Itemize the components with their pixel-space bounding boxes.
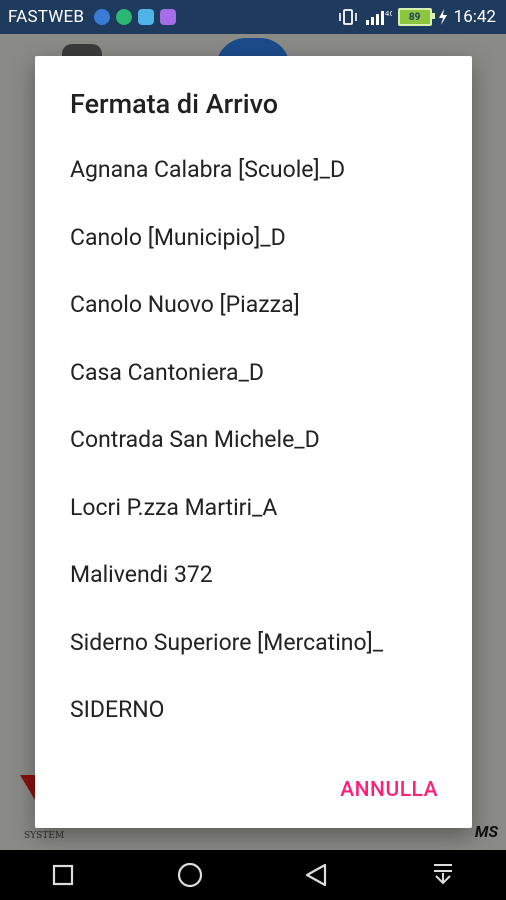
clock: 16:42 — [453, 7, 496, 27]
carrier-name: FASTWEB — [8, 7, 85, 27]
list-item[interactable]: Locri P.zza Martiri_A — [35, 474, 472, 542]
ms-logo: MS — [474, 822, 498, 841]
image-icon — [138, 9, 155, 25]
app-notification-icon — [94, 9, 111, 25]
home-circle-icon — [177, 862, 202, 888]
recents-square-icon — [53, 864, 74, 886]
notification-pull-button[interactable] — [419, 855, 467, 895]
stop-picker-dialog: Fermata di Arrivo Agnana Calabra [Scuole… — [35, 56, 472, 828]
list-item[interactable]: Canolo [Municipio]_D — [35, 204, 472, 272]
vibrate-icon — [338, 9, 357, 25]
notification-icons — [94, 9, 177, 25]
navigation-bar — [0, 850, 506, 900]
battery-icon: 89 — [397, 8, 435, 26]
status-bar: FASTWEB 4G 89 16:42 — [0, 0, 506, 34]
back-triangle-icon — [306, 863, 327, 887]
cancel-button[interactable]: ANNULLA — [340, 778, 438, 802]
list-item[interactable]: Casa Cantoniera_D — [35, 339, 472, 407]
list-item[interactable]: Malivendi 372 — [35, 541, 472, 609]
list-item[interactable]: Agnana Calabra [Scuole]_D — [35, 136, 472, 204]
recents-button[interactable] — [39, 855, 87, 895]
signal-icon: 4G — [365, 10, 392, 25]
gallery-icon — [160, 9, 177, 25]
dialog-title: Fermata di Arrivo — [70, 88, 279, 120]
status-right: 4G 89 16:42 — [338, 7, 496, 27]
list-item[interactable]: Contrada San Michele_D — [35, 406, 472, 474]
notification-pull-icon — [433, 864, 452, 885]
list-item[interactable]: Siderno Superiore [Mercatino]_ — [35, 609, 472, 677]
list-item[interactable]: Canolo Nuovo [Piazza] — [35, 271, 472, 339]
svg-text:4G: 4G — [385, 10, 392, 18]
svg-text:SYSTEM: SYSTEM — [24, 831, 64, 840]
list-item[interactable]: SIDERNO — [35, 676, 472, 744]
stop-list: Agnana Calabra [Scuole]_D Canolo [Munici… — [35, 136, 472, 744]
back-button[interactable] — [292, 855, 340, 895]
home-button[interactable] — [166, 855, 214, 895]
charging-icon — [438, 9, 447, 25]
globe-icon — [116, 9, 133, 25]
